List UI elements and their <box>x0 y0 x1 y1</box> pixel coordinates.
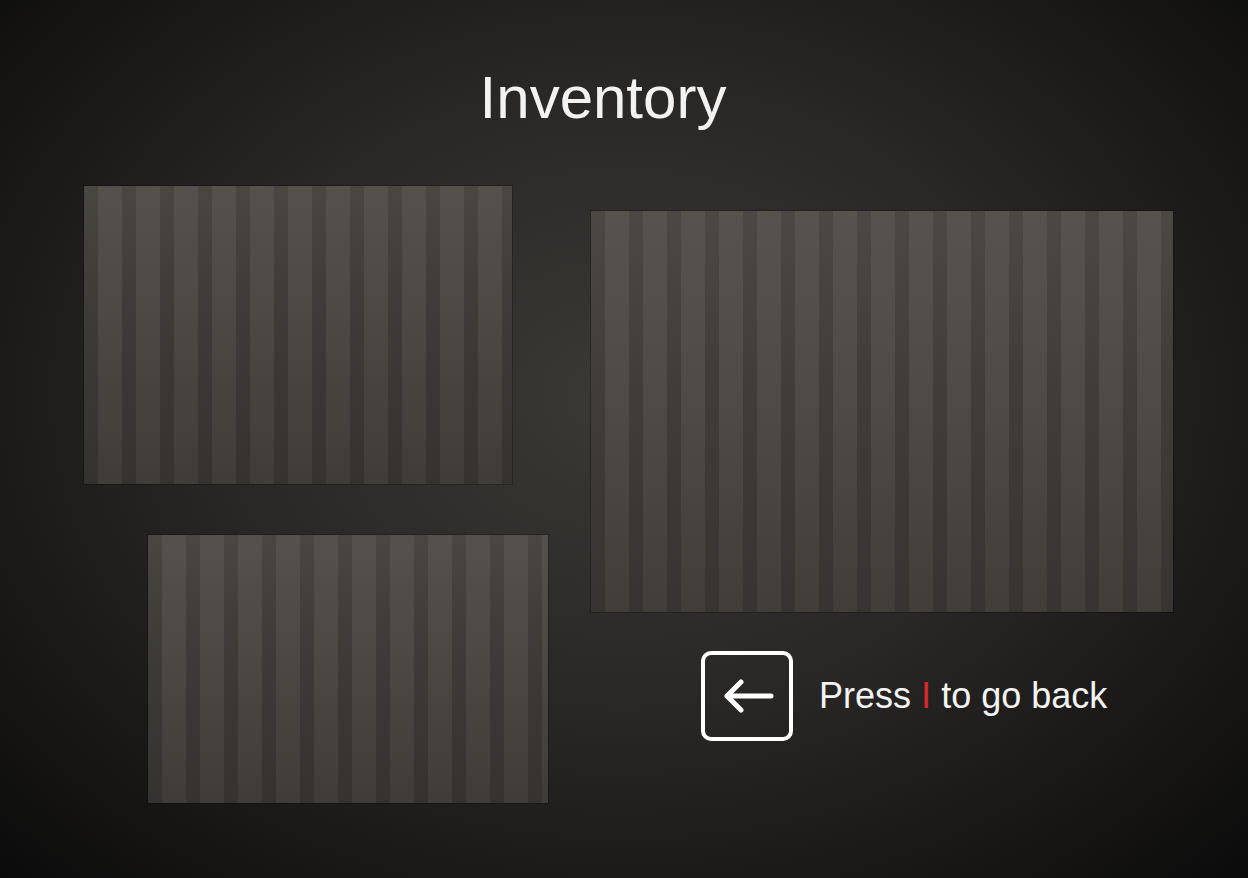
inventory-photo[interactable] <box>84 186 512 484</box>
back-hint: PressIto go back <box>701 651 1107 741</box>
back-key[interactable] <box>701 651 793 741</box>
hint-after: to go back <box>941 675 1107 716</box>
hint-before: Press <box>819 675 911 716</box>
screen-title-text: Inventory <box>480 62 727 134</box>
left-arrow-icon <box>719 676 775 716</box>
inventory-screen: Inventory PressIto go back <box>0 0 1248 878</box>
inventory-photo[interactable] <box>591 211 1173 612</box>
hint-text: PressIto go back <box>819 673 1107 720</box>
inventory-photo[interactable] <box>148 535 548 803</box>
hint-key-letter: I <box>921 675 931 716</box>
screen-title: Inventory <box>0 62 1248 134</box>
